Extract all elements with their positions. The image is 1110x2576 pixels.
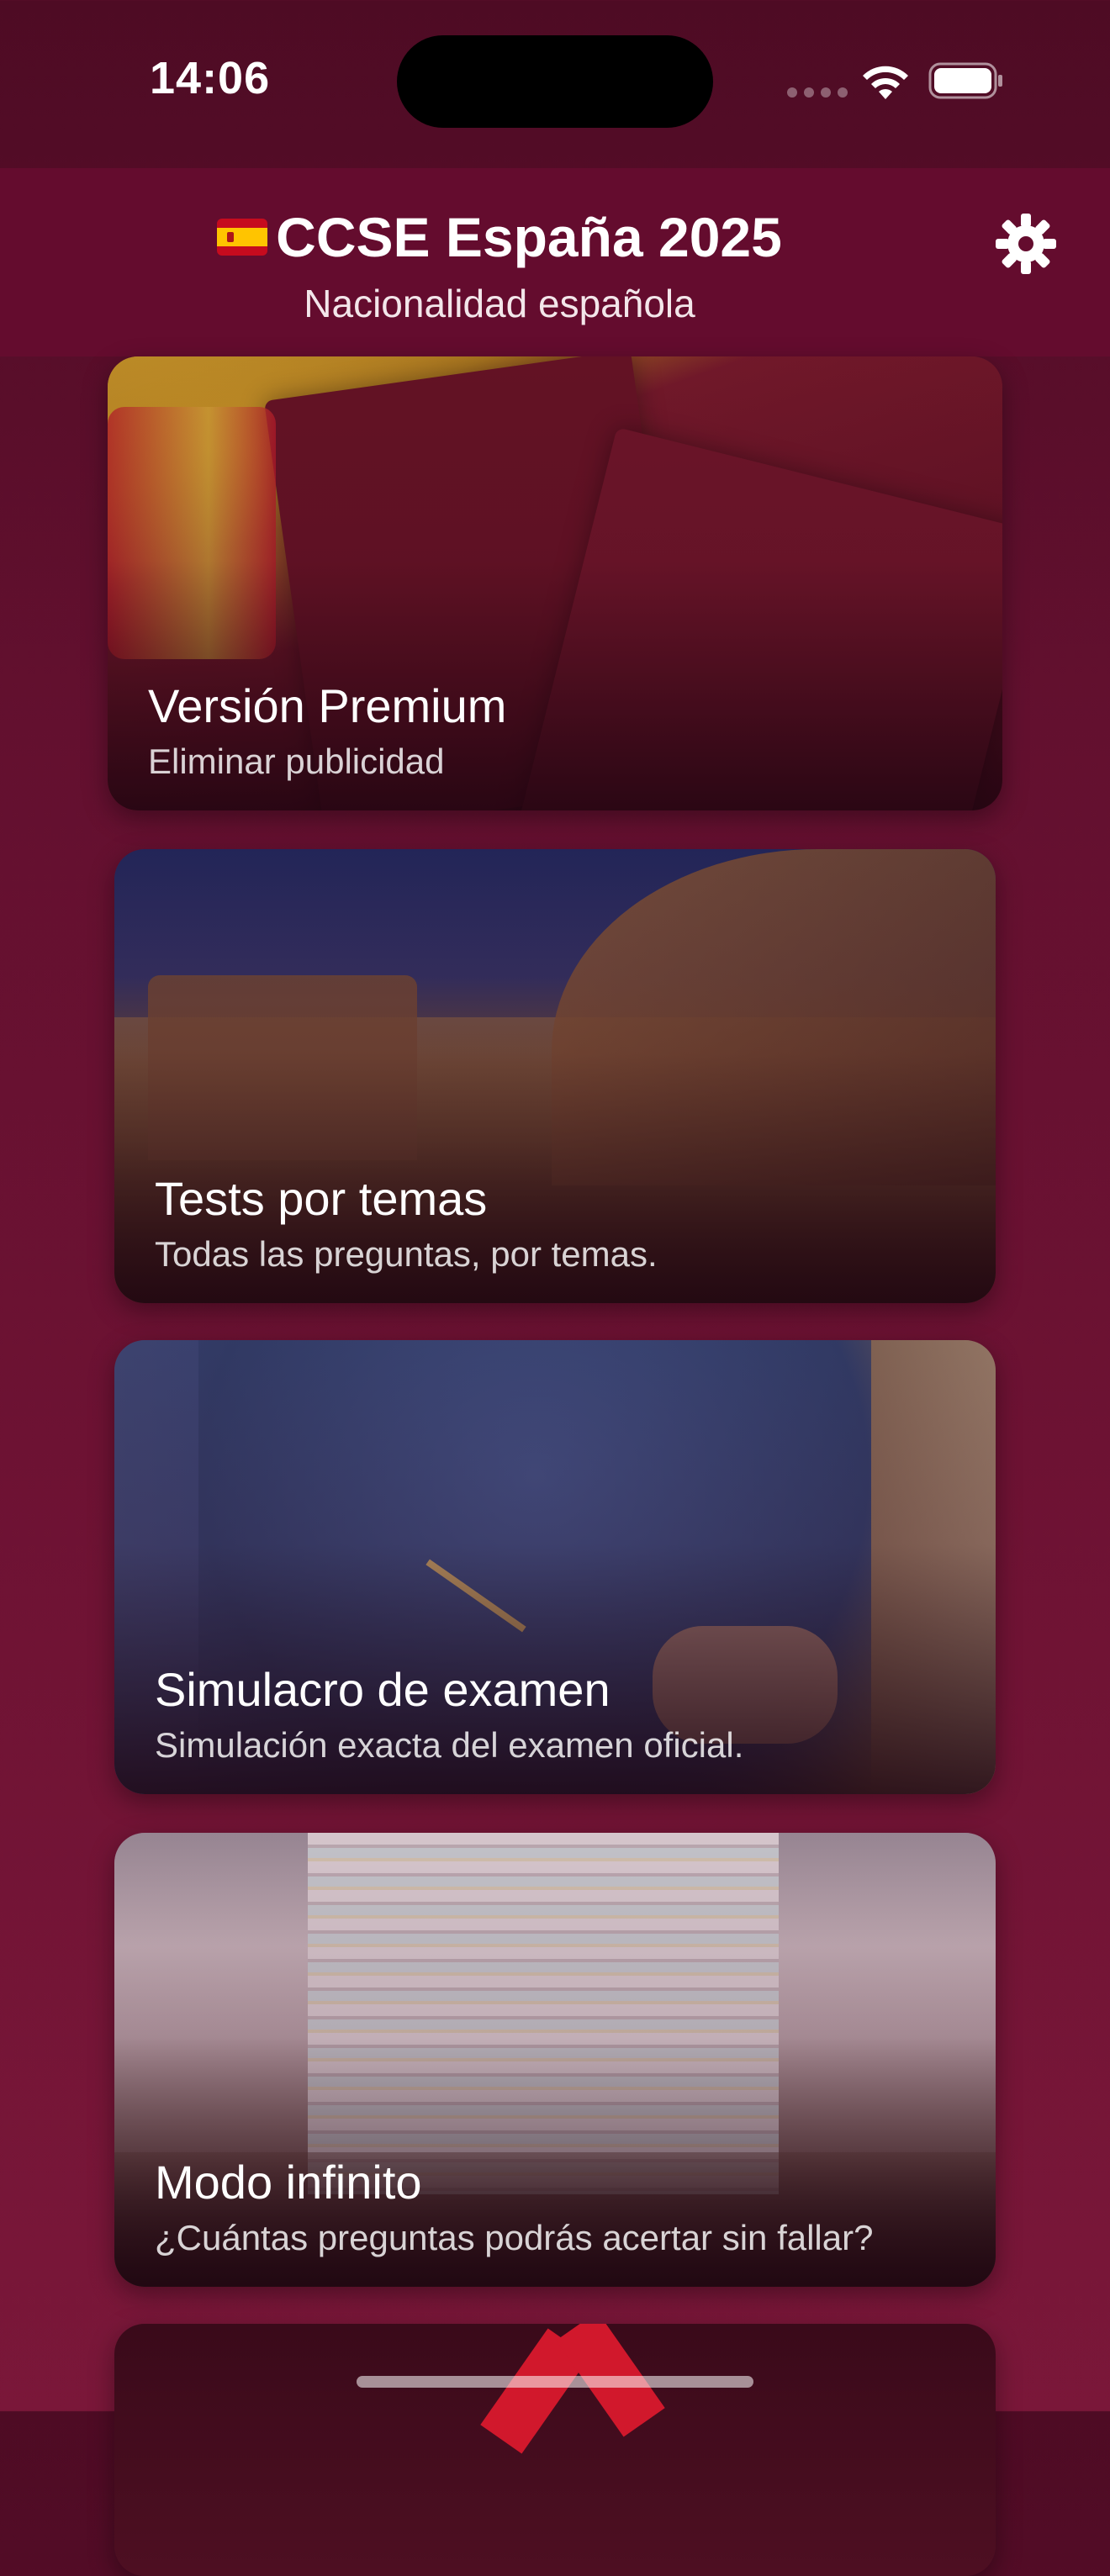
cellular-signal-icon [787, 87, 848, 98]
card-title: Versión Premium [148, 679, 507, 732]
status-time: 14:06 [150, 53, 271, 103]
battery-icon [928, 62, 1002, 99]
app-header: CCSE España 2025 Nacionalidad española [0, 168, 1110, 356]
next-card[interactable] [114, 2324, 996, 2576]
premium-card[interactable]: Versión Premium Eliminar publicidad [108, 356, 1002, 810]
card-title: Modo infinito [155, 2156, 422, 2209]
wifi-icon [863, 66, 908, 99]
card-subtitle: ¿Cuántas preguntas podrás acertar sin fa… [155, 2218, 874, 2257]
card-subtitle: Simulación exacta del examen oficial. [155, 1725, 744, 1765]
modo-infinito-card[interactable]: Modo infinito ¿Cuántas preguntas podrás … [114, 1833, 996, 2287]
spain-flag-icon [217, 219, 268, 256]
card-title: Tests por temas [155, 1172, 488, 1225]
simulacro-de-examen-card[interactable]: Simulacro de examen Simulación exacta de… [114, 1340, 996, 1794]
card-subtitle: Eliminar publicidad [148, 742, 445, 781]
tests-por-temas-card[interactable]: Tests por temas Todas las preguntas, por… [114, 849, 996, 1303]
header-title-row: CCSE España 2025 [0, 205, 999, 269]
settings-button[interactable] [992, 210, 1060, 277]
app-subtitle: Nacionalidad española [304, 282, 695, 325]
card-subtitle: Todas las preguntas, por temas. [155, 1234, 658, 1274]
status-bar: 14:06 [0, 0, 1110, 168]
home-indicator[interactable] [357, 2376, 753, 2388]
next-card-image [114, 2324, 996, 2576]
card-title: Simulacro de examen [155, 1663, 610, 1716]
app-title: CCSE España 2025 [276, 206, 782, 268]
dynamic-island [397, 35, 713, 128]
